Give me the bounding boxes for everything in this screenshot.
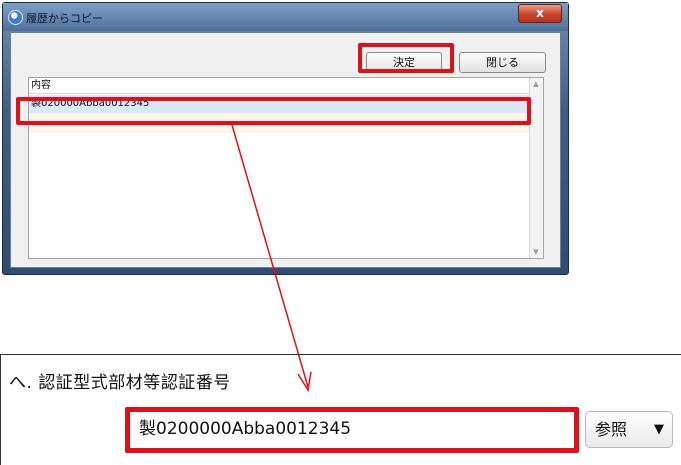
form-left-border (0, 354, 1, 465)
arrow-line (231, 124, 309, 388)
browse-button[interactable]: 参照 ▼ (585, 411, 673, 448)
browse-label: 参照 (595, 420, 628, 439)
callout-arrow (231, 124, 312, 393)
field-label: へ. 認証型式部材等認証番号 (9, 373, 231, 393)
input-highlight (125, 407, 579, 453)
form-top-border (0, 354, 681, 355)
dropdown-caret-icon: ▼ (654, 422, 664, 437)
